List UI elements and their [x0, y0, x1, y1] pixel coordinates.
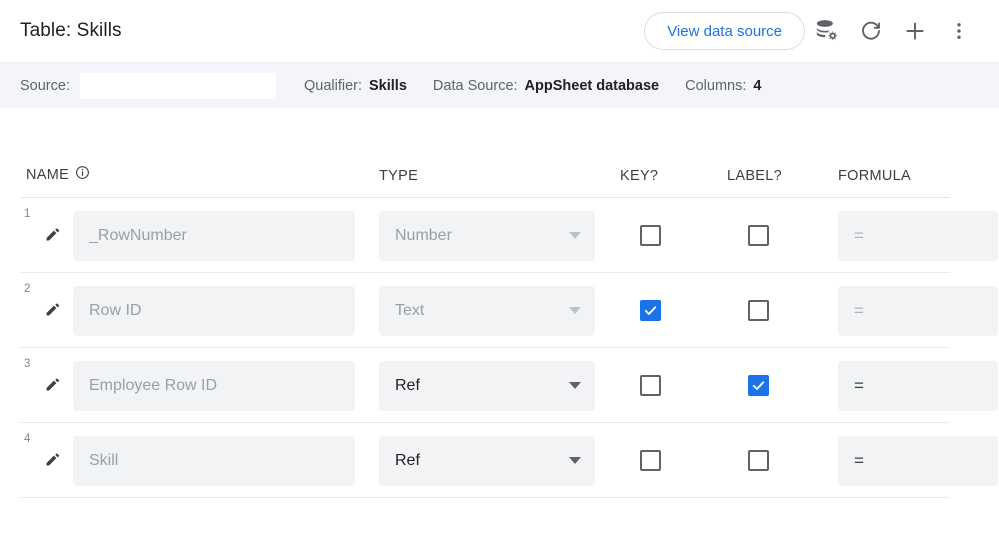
refresh-icon [859, 19, 883, 43]
source-group: Source: [20, 72, 276, 99]
column-formula-field[interactable]: = [838, 285, 998, 336]
row-number: 2 [24, 283, 31, 295]
label-checkbox[interactable] [748, 225, 769, 246]
column-name-value: _RowNumber [89, 226, 187, 244]
column-headers: NAME TYPE KEY? LABEL? FORMULA [0, 136, 999, 198]
column-name-field[interactable]: Employee Row ID [73, 360, 355, 411]
column-formula-field[interactable]: = [838, 360, 998, 411]
column-name-value: Row ID [89, 301, 142, 319]
source-input[interactable] [79, 72, 276, 99]
column-formula-value: = [854, 375, 865, 395]
chevron-down-icon [569, 232, 581, 239]
column-type-select[interactable]: Text [379, 285, 595, 336]
data-source-label: Data Source: [432, 77, 518, 94]
edit-column-button[interactable] [40, 298, 66, 324]
edit-column-button[interactable] [40, 373, 66, 399]
chevron-down-icon [569, 382, 581, 389]
column-header-key: KEY? [620, 168, 659, 184]
more-options-button[interactable] [937, 9, 981, 53]
row-number: 4 [24, 433, 31, 445]
columns-label: Columns: [685, 77, 747, 94]
column-formula-field[interactable]: = [838, 210, 998, 261]
column-type-select[interactable]: Ref [379, 435, 595, 486]
columns-table: 1 _RowNumber Number = 2 Row ID Text = 3 Employee … [0, 198, 999, 498]
column-formula-value: = [854, 225, 865, 245]
pencil-icon [44, 450, 62, 471]
label-checkbox[interactable] [748, 450, 769, 471]
chevron-down-icon [569, 307, 581, 314]
qualifier-value: Skills [369, 77, 407, 94]
chevron-down-icon [569, 457, 581, 464]
columns-count: 4 [753, 77, 762, 94]
column-name-field[interactable]: Skill [73, 435, 355, 486]
table-row: 1 _RowNumber Number = [0, 198, 999, 273]
label-checkbox[interactable] [748, 375, 769, 396]
table-row: 2 Row ID Text = [0, 273, 999, 348]
column-formula-value: = [854, 450, 865, 470]
table-row: 3 Employee Row ID Ref = [0, 348, 999, 423]
top-bar: Table: Skills View data source [0, 0, 999, 62]
column-name-value: Skill [89, 451, 119, 469]
pencil-icon [44, 225, 62, 246]
data-source-group: Data Source: AppSheet database [433, 78, 659, 94]
pencil-icon [44, 375, 62, 396]
column-formula-value: = [854, 300, 865, 320]
row-divider [20, 497, 950, 498]
table-editor-page: Table: Skills View data source Source: Q… [0, 0, 999, 540]
view-data-source-button[interactable]: View data source [644, 12, 805, 50]
refresh-button[interactable] [849, 9, 893, 53]
column-type-select[interactable]: Ref [379, 360, 595, 411]
column-type-value: Ref [395, 451, 420, 469]
database-settings-icon [814, 18, 840, 44]
pencil-icon [44, 300, 62, 321]
info-bar: Source: Qualifier: Skills Data Source: A… [0, 62, 999, 108]
column-type-value: Number [395, 226, 452, 244]
more-vert-icon [948, 20, 970, 42]
database-settings-button[interactable] [805, 9, 849, 53]
info-icon[interactable] [75, 165, 90, 184]
source-label: Source: [20, 77, 70, 94]
data-source-value: AppSheet database [524, 77, 660, 94]
plus-icon [902, 18, 928, 44]
key-checkbox[interactable] [640, 375, 661, 396]
columns-group: Columns: 4 [685, 78, 761, 94]
column-type-value: Text [395, 301, 425, 319]
column-header-label: LABEL? [727, 168, 783, 184]
row-number: 3 [24, 358, 31, 370]
page-title: Table: Skills [20, 20, 122, 41]
edit-column-button[interactable] [40, 223, 66, 249]
key-checkbox[interactable] [640, 225, 661, 246]
key-checkbox[interactable] [640, 300, 661, 321]
column-type-select[interactable]: Number [379, 210, 595, 261]
column-header-type: TYPE [379, 168, 419, 184]
column-header-formula: FORMULA [838, 168, 911, 184]
column-name-value: Employee Row ID [89, 376, 218, 394]
edit-column-button[interactable] [40, 448, 66, 474]
label-checkbox[interactable] [748, 300, 769, 321]
column-header-name: NAME [26, 165, 90, 184]
column-name-field[interactable]: _RowNumber [73, 210, 355, 261]
toolbar-actions: View data source [644, 9, 981, 53]
column-name-field[interactable]: Row ID [73, 285, 355, 336]
qualifier-group: Qualifier: Skills [304, 78, 407, 94]
table-row: 4 Skill Ref = [0, 423, 999, 498]
qualifier-label: Qualifier: [303, 77, 363, 94]
row-number: 1 [24, 208, 31, 220]
key-checkbox[interactable] [640, 450, 661, 471]
column-header-name-label: NAME [26, 166, 70, 183]
add-column-button[interactable] [893, 9, 937, 53]
column-type-value: Ref [395, 376, 420, 394]
column-formula-field[interactable]: = [838, 435, 998, 486]
